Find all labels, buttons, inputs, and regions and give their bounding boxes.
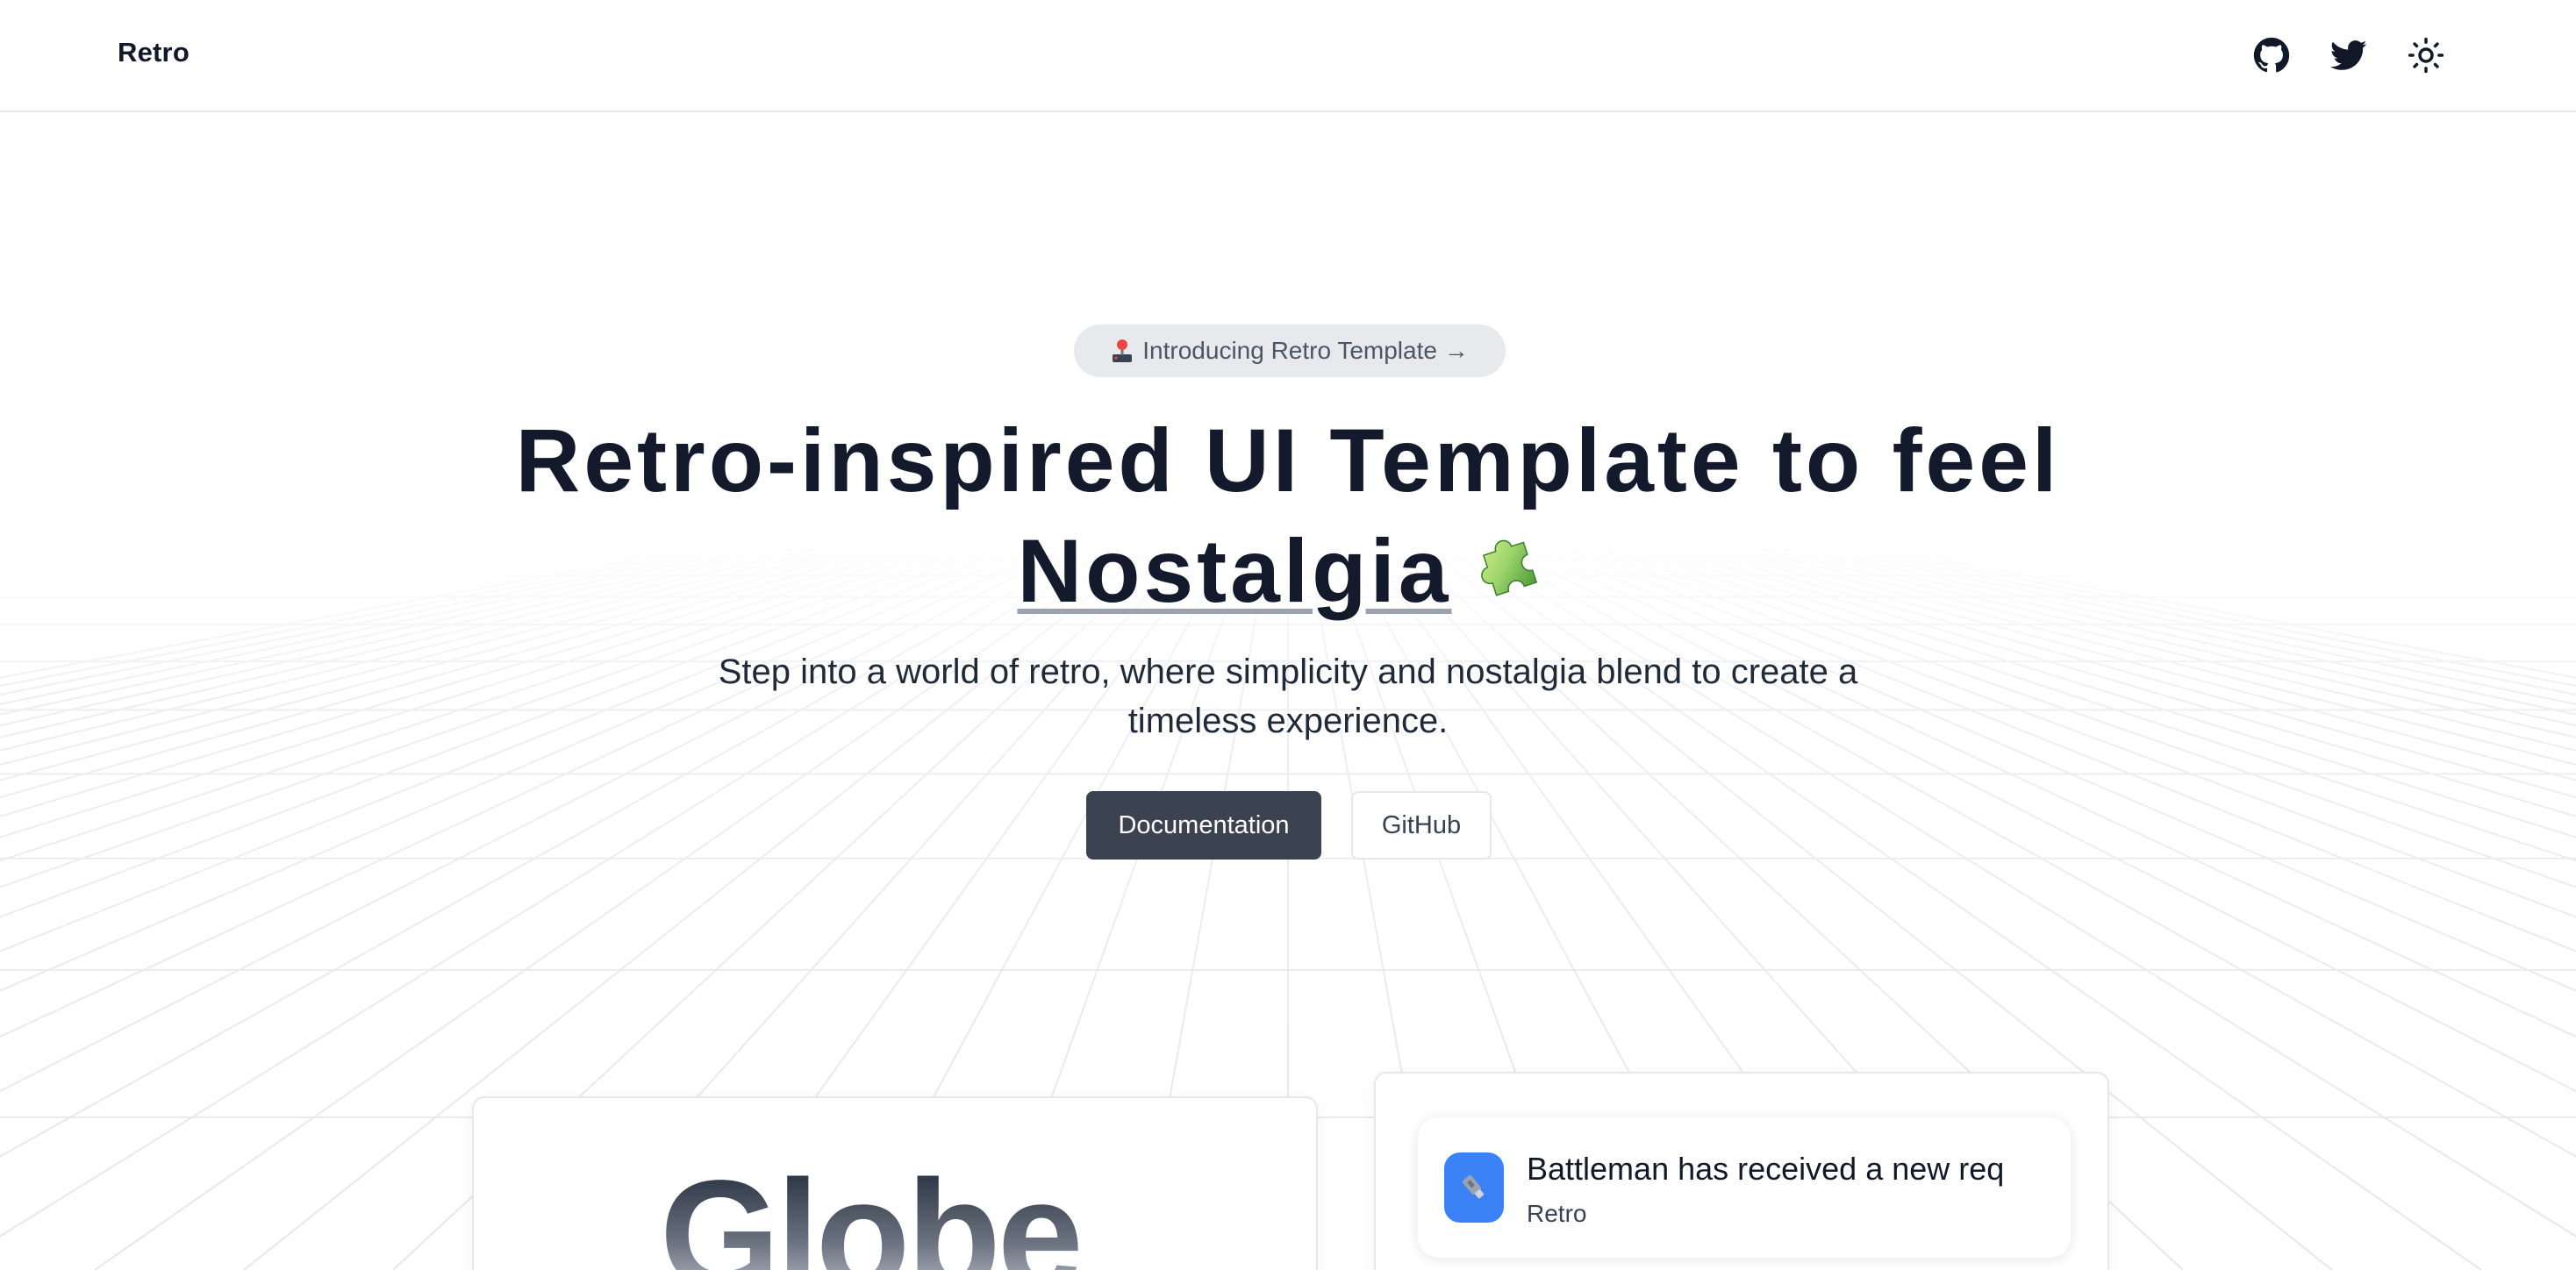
notification-source: Retro [1527,1200,1587,1227]
puzzle-piece-icon [1480,539,1537,596]
retro-grid-background [0,0,2576,1270]
globe-title: Globe [660,1158,1084,1270]
globe-card: Globe [472,1096,1318,1270]
hero-headline: Retro-inspired UI Template to feel Nosta… [263,405,2313,626]
announcement-text: Introducing Retro Template → [1142,337,1469,364]
notification-card: Battleman has received a new req Retro [1374,1072,2109,1270]
sun-icon[interactable] [2406,35,2446,75]
page: Retro Introducing Retro Template → Retro… [0,0,2576,1270]
usb-drive-icon [1462,1174,1485,1199]
headline-line-1: Retro-inspired UI Template to feel [515,410,2061,510]
headline-line-2: Nostalgia [1017,516,1558,626]
top-navbar: Retro [0,0,2576,112]
joystick-icon [1113,339,1133,362]
twitter-icon[interactable] [2329,35,2369,75]
brand-logo[interactable]: Retro [118,37,190,68]
headline-highlight-word: Nostalgia [1017,521,1452,621]
github-icon[interactable] [2251,35,2292,75]
subtitle-line-1: Step into a world of retro, where simpli… [718,653,1858,691]
notification-avatar [1444,1152,1504,1223]
notification-item[interactable]: Battleman has received a new req Retro [1418,1117,2071,1258]
announcement-pill[interactable]: Introducing Retro Template → [1074,325,1506,377]
documentation-button[interactable]: Documentation [1086,791,1321,860]
notification-title: Battleman has received a new req [1527,1151,2005,1187]
github-button[interactable]: GitHub [1351,791,1492,860]
subtitle-line-2: timeless experience. [1127,702,1449,740]
hero-subtitle: Step into a world of retro, where simpli… [614,647,1962,746]
